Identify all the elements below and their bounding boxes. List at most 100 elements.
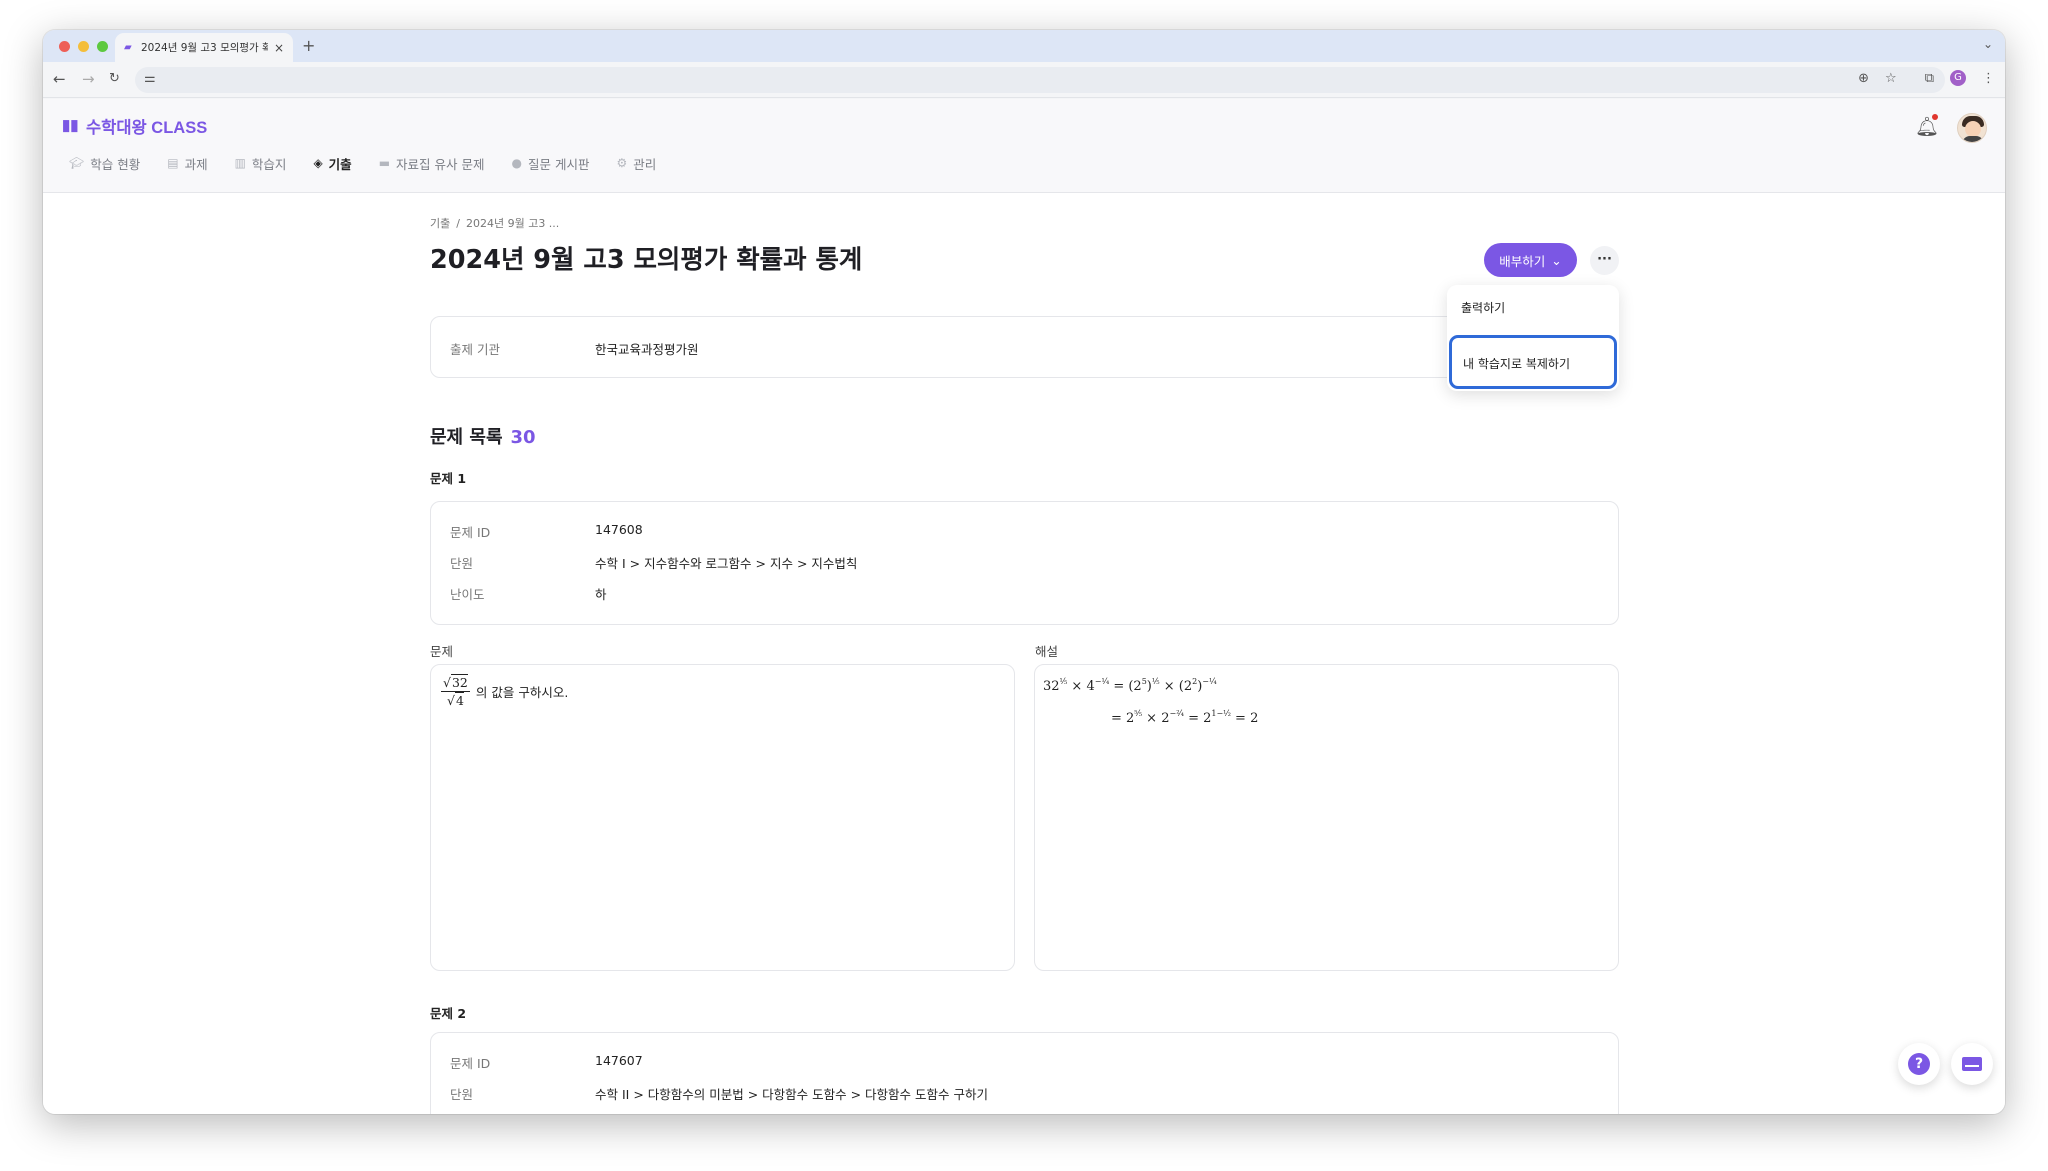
profile-avatar[interactable]: G (1950, 70, 1966, 86)
nav-item-assignments[interactable]: ▤ 과제 (167, 153, 207, 173)
exam-meta-box: 출제 기관 한국교육과정평가원 (430, 316, 1619, 378)
main-nav: 🎓︎ 학습 현황 ▤ 과제 ▥ 학습지 ◈ 기출 ▬ 자료집 유사 문제 ● 질문 게시판 … (69, 153, 683, 173)
app-header: ▮▮ 수학대왕 CLASS 🔔︎ 🎓︎ 학습 현황 ▤ 과제 ▥ 학습지 ◈ 기출 ▬ 자… (43, 99, 2005, 193)
new-tab-button[interactable]: + (302, 36, 315, 55)
worksheet-icon: ▥ (234, 156, 246, 170)
layers-icon: ◈ (313, 156, 323, 170)
info-label: 문제 ID (450, 525, 491, 540)
info-label: 난이도 (450, 587, 485, 602)
kebab-menu-icon[interactable]: ⋮ (1982, 71, 1995, 86)
info-row: 단원 수학 I > 지수함수와 로그함수 > 지수 > 지수법칙 (450, 553, 857, 572)
breadcrumb-separator: / (456, 217, 460, 230)
info-row: 난이도 하 (450, 584, 607, 603)
info-value: 수학 I > 지수함수와 로그함수 > 지수 > 지수법칙 (595, 556, 858, 571)
solution-panel-label: 해설 (1035, 644, 1059, 659)
breadcrumb-link-past-exams[interactable]: 기출 (430, 217, 450, 230)
problem-panel: √32 √4 의 값을 구하시오. (430, 664, 1015, 971)
info-label: 문제 ID (450, 1056, 491, 1071)
numerator: √32 (441, 674, 470, 692)
meta-row-publisher: 출제 기관 한국교육과정평가원 (450, 339, 699, 358)
browser-window: ▰ 2024년 9월 고3 모의평가 확률과 × + ⌄ ← → ↻ ⚌ ⊕ ☆… (43, 30, 2005, 1114)
browser-toolbar: ← → ↻ ⚌ ⊕ ☆ ⧉ G ⋮ (43, 62, 2005, 98)
browser-tab[interactable]: ▰ 2024년 9월 고3 모의평가 확률과 × (115, 33, 293, 62)
nav-label: 과제 (184, 156, 208, 172)
info-row: 문제 ID 147607 (450, 1053, 643, 1072)
logo-text: 수학대왕 CLASS (86, 119, 208, 137)
book-icon: ▮▮ (62, 117, 79, 134)
denominator: √4 (446, 692, 464, 708)
user-avatar[interactable] (1957, 113, 1987, 143)
nav-item-similar-problems[interactable]: ▬ 자료집 유사 문제 (379, 153, 485, 173)
solution-panel: 32¹⁄₅ × 4−¹⁄₄ = (25)¹⁄₅ × (22)−¹⁄₄ = 2⁵⁄… (1034, 664, 1619, 971)
envelope-icon (1962, 1057, 1982, 1071)
problem-heading: 문제 1 (430, 471, 467, 486)
nav-label: 학습지 (251, 156, 287, 172)
problem-list-title: 문제 목록 30 (430, 423, 536, 449)
menu-item-copy-to-worksheet[interactable]: 내 학습지로 복제하기 (1449, 335, 1617, 389)
forward-arrow-icon[interactable]: → (82, 70, 95, 88)
address-bar[interactable]: ⚌ (135, 67, 1945, 93)
info-value: 하 (595, 587, 607, 602)
chat-icon: ● (511, 156, 522, 170)
tab-close-icon[interactable]: × (274, 41, 284, 55)
nav-label: 학습 현황 (90, 156, 141, 172)
problem-panel-label: 문제 (430, 644, 454, 659)
fraction: √32 √4 (441, 674, 470, 708)
breadcrumb-current: 2024년 9월 고3 ... (465, 217, 560, 230)
problem-info-box: 문제 ID 147607 단원 수학 II > 다항함수의 미분법 > 다항함수 도… (430, 1032, 1619, 1114)
nav-item-worksheets[interactable]: ▥ 학습지 (235, 153, 287, 173)
chevron-down-icon[interactable]: ⌄ (1983, 37, 1993, 51)
messages-button[interactable] (1951, 1043, 1993, 1085)
close-window-button[interactable] (59, 41, 70, 52)
problem-count: 30 (510, 427, 536, 448)
app-viewport: ▮▮ 수학대왕 CLASS 🔔︎ 🎓︎ 학습 현황 ▤ 과제 ▥ 학습지 ◈ 기출 ▬ 자… (43, 99, 2005, 1114)
solution-line-2: = 2⁵⁄₅ × 2−²⁄₄ = 21−¹⁄₂ = 2 (1111, 709, 1259, 726)
problem-statement: √32 √4 의 값을 구하시오. (441, 674, 569, 708)
minimize-window-button[interactable] (78, 41, 89, 52)
meta-value: 한국교육과정평가원 (595, 342, 699, 357)
chevron-down-icon: ⌄ (1551, 252, 1562, 268)
more-options-menu: 출력하기 내 학습지로 복제하기 (1447, 285, 1619, 391)
nav-label: 기출 (328, 156, 352, 172)
notification-dot (1932, 114, 1938, 120)
nav-label: 관리 (633, 156, 657, 172)
nav-label: 자료집 유사 문제 (396, 156, 485, 172)
info-label: 단원 (450, 556, 474, 571)
question-mark-icon: ? (1908, 1053, 1930, 1075)
graduation-cap-icon: 🎓︎ (69, 156, 85, 170)
back-arrow-icon[interactable]: ← (53, 70, 66, 88)
info-label: 단원 (450, 1087, 474, 1102)
page-title: 2024년 9월 고3 모의평가 확률과 통계 (430, 245, 863, 275)
more-options-button[interactable]: ··· (1590, 246, 1619, 275)
help-button[interactable]: ? (1898, 1043, 1940, 1085)
site-settings-icon[interactable]: ⚌ (144, 71, 156, 86)
problem-text: 의 값을 구하시오. (475, 685, 569, 700)
toolbar-actions: ⊕ ☆ ⧉ G ⋮ (1858, 70, 1995, 86)
menu-item-print[interactable]: 출력하기 (1447, 285, 1619, 331)
nav-label: 질문 게시판 (527, 156, 590, 172)
zoom-icon[interactable]: ⊕ (1858, 71, 1869, 86)
bookmark-star-icon[interactable]: ☆ (1885, 71, 1897, 86)
list-title-text: 문제 목록 (430, 427, 503, 448)
problem-heading: 문제 2 (430, 1006, 467, 1021)
nav-item-admin[interactable]: ⚙︎ 관리 (616, 153, 656, 173)
gear-icon: ⚙︎ (616, 156, 628, 170)
window-controls (59, 41, 108, 52)
reload-icon[interactable]: ↻ (109, 70, 120, 88)
app-logo[interactable]: ▮▮ 수학대왕 CLASS (62, 114, 207, 138)
nav-item-qna-board[interactable]: ● 질문 게시판 (511, 153, 589, 173)
solution-line-1: 32¹⁄₅ × 4−¹⁄₄ = (25)¹⁄₅ × (22)−¹⁄₄ (1043, 677, 1217, 694)
nav-item-past-exams[interactable]: ◈ 기출 (313, 153, 351, 173)
distribute-button[interactable]: 배부하기 ⌄ (1484, 243, 1577, 277)
extensions-icon[interactable]: ⧉ (1925, 71, 1934, 86)
info-value: 147607 (595, 1053, 643, 1068)
info-value: 147608 (595, 522, 643, 537)
maximize-window-button[interactable] (97, 41, 108, 52)
notification-bell-icon[interactable]: 🔔︎ (1915, 114, 1939, 138)
folder-icon: ▬ (378, 156, 391, 170)
radicand: 4 (454, 692, 464, 708)
info-value: 수학 II > 다항함수의 미분법 > 다항함수 도함수 > 다항함수 도함수 … (595, 1087, 989, 1102)
tab-title: 2024년 9월 고3 모의평가 확률과 (141, 42, 268, 54)
breadcrumb: 기출 / 2024년 9월 고3 ... (430, 215, 559, 231)
nav-item-learning-status[interactable]: 🎓︎ 학습 현황 (69, 153, 140, 173)
